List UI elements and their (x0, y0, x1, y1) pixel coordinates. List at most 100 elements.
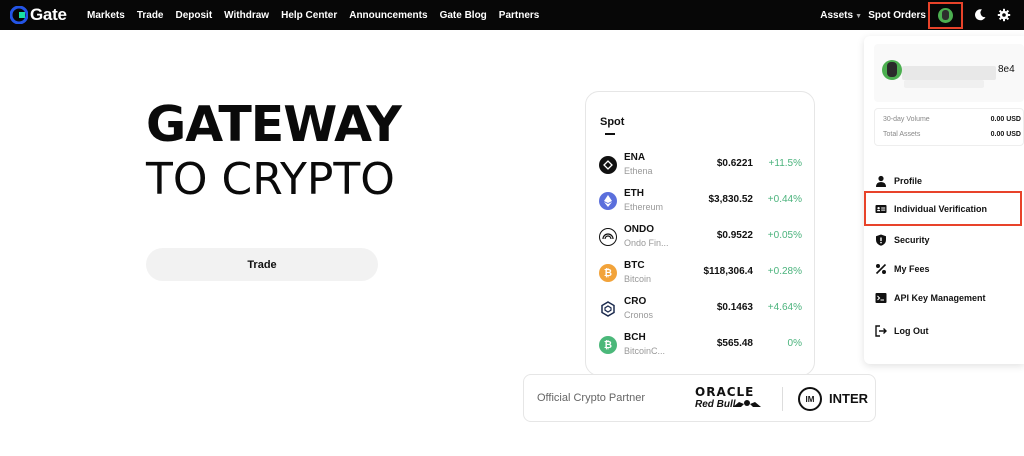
hero-heading: GATEWAY (146, 96, 402, 153)
top-nav: Gate Markets Trade Deposit Withdraw Help… (0, 0, 1024, 30)
coin-change: 0% (787, 338, 802, 349)
user-avatar-button[interactable] (928, 2, 963, 29)
menu-label: API Key Management (894, 293, 986, 303)
coin-name: Ethereum (624, 202, 664, 212)
partner-strip: Official Crypto Partner ORACLE Red Bull … (523, 374, 876, 422)
user-card[interactable]: 8e4 (874, 44, 1024, 102)
coin-price: $0.9522 (716, 230, 753, 241)
redacted-subtext (904, 80, 984, 88)
gate-logo[interactable]: Gate (10, 5, 67, 25)
coin-change: +4.64% (767, 302, 802, 313)
hero-subheading: TO CRYPTO (146, 154, 395, 205)
assets-label: Total Assets (883, 131, 921, 138)
account-stats: 30-day Volume 0.00 USD Total Assets 0.00… (874, 108, 1024, 146)
menu-item-api-key-management[interactable]: API Key Management (864, 285, 1024, 311)
nav-links: Markets Trade Deposit Withdraw Help Cent… (87, 0, 539, 30)
user-dropdown-menu: 8e4 30-day Volume 0.00 USD Total Assets … (864, 36, 1024, 364)
coin-name: Ondo Fin... (624, 238, 669, 248)
coin-symbol: ENA (624, 152, 646, 163)
nav-link-trade[interactable]: Trade (137, 10, 164, 21)
coin-change: +11.5% (768, 158, 802, 169)
coin-name: BitcoinC... (624, 346, 666, 356)
user-icon (876, 175, 886, 187)
coin-row-eth[interactable]: ETH Ethereum $3,830.52 +0.44% (586, 184, 814, 220)
spot-orders-link[interactable]: Spot Orders (868, 10, 926, 21)
coin-symbol: BCH (624, 332, 646, 343)
gate-logo-icon (10, 6, 28, 24)
tab-underline (605, 133, 615, 135)
percent-icon (875, 263, 887, 275)
assets-label: Assets (820, 10, 854, 21)
redacted-username (902, 66, 996, 80)
coin-price: $3,830.52 (708, 194, 754, 205)
spot-tab[interactable]: Spot (600, 116, 624, 128)
menu-label: Profile (894, 176, 923, 186)
nav-link-deposit[interactable]: Deposit (176, 10, 213, 21)
assets-row: Total Assets 0.00 USD (883, 131, 1021, 138)
id-card-icon (875, 204, 887, 213)
cronos-icon (599, 300, 617, 318)
nav-link-gate-blog[interactable]: Gate Blog (440, 10, 487, 21)
coin-name: Bitcoin (624, 274, 652, 284)
coin-row-cro[interactable]: CRO Cronos $0.1463 +4.64% (586, 292, 814, 328)
redbull-logo-text: Red Bull (695, 399, 736, 410)
nav-link-markets[interactable]: Markets (87, 10, 125, 21)
coin-change: +0.05% (767, 230, 802, 241)
coin-price: $0.6221 (716, 158, 753, 169)
coin-row-btc[interactable]: ₿ BTC Bitcoin $118,306.4 +0.28% (586, 256, 814, 292)
menu-item-my-fees[interactable]: My Fees (864, 256, 1024, 282)
menu-label: Log Out (894, 326, 929, 336)
ethena-icon (599, 156, 617, 174)
avatar (938, 8, 953, 23)
menu-label: My Fees (894, 264, 930, 274)
menu-item-individual-verification[interactable]: Individual Verification (864, 191, 1022, 226)
inter-logo-icon: IM (798, 387, 822, 411)
ethereum-icon (599, 192, 617, 210)
coin-symbol: BTC (624, 260, 645, 271)
coin-symbol: ONDO (624, 224, 654, 235)
logout-icon (875, 325, 887, 337)
moon-icon[interactable] (973, 8, 987, 22)
inter-logo-text: INTER (829, 391, 868, 406)
coin-symbol: CRO (624, 296, 647, 307)
divider (782, 387, 783, 411)
menu-item-security[interactable]: Security (864, 227, 1024, 253)
partner-label: Official Crypto Partner (537, 392, 646, 404)
assets-menu[interactable]: Assets ▼ (820, 10, 862, 21)
nav-link-withdraw[interactable]: Withdraw (224, 10, 269, 21)
coin-change: +0.28% (767, 266, 802, 277)
redbull-bulls-icon (733, 400, 761, 407)
bitcoin-icon: ₿ (599, 264, 617, 282)
user-id-suffix: 8e4 (998, 64, 1015, 75)
nav-link-help-center[interactable]: Help Center (281, 10, 337, 21)
coin-price: $118,306.4 (703, 266, 754, 277)
coin-price: $565.48 (716, 338, 753, 349)
chevron-down-icon: ▼ (855, 13, 862, 20)
hero-prefix: TO (146, 154, 222, 205)
hero-highlight-word: CRYPTO (221, 154, 395, 205)
menu-item-log-out[interactable]: Log Out (864, 318, 1024, 344)
nav-link-announcements[interactable]: Announcements (349, 10, 427, 21)
terminal-icon (875, 293, 887, 303)
nav-link-partners[interactable]: Partners (499, 10, 540, 21)
gear-icon[interactable] (997, 8, 1011, 22)
volume-row: 30-day Volume 0.00 USD (883, 116, 1021, 123)
avatar (882, 60, 902, 80)
coin-name: Cronos (624, 310, 654, 320)
ondo-icon (599, 228, 617, 246)
coin-price: $0.1463 (716, 302, 753, 313)
coin-row-ena[interactable]: ENA Ethena $0.6221 +11.5% (586, 148, 814, 184)
coin-name: Ethena (624, 166, 653, 176)
coin-change: +0.44% (767, 194, 802, 205)
shield-icon (876, 234, 886, 246)
bitcoin-cash-icon: ₿ (599, 336, 617, 354)
volume-value: 0.00 USD (990, 116, 1021, 123)
coin-row-ondo[interactable]: ONDO Ondo Fin... $0.9522 +0.05% (586, 220, 814, 256)
coin-symbol: ETH (624, 188, 644, 199)
menu-label: Security (894, 235, 930, 245)
trade-button[interactable]: Trade (146, 248, 378, 281)
coin-row-bch[interactable]: ₿ BCH BitcoinC... $565.48 0% (586, 328, 814, 364)
oracle-logo-text: ORACLE (695, 385, 755, 399)
spot-market-card: Spot ENA Ethena $0.6221 +11.5% ETH Ether… (585, 91, 815, 376)
logo-text: Gate (30, 5, 67, 24)
